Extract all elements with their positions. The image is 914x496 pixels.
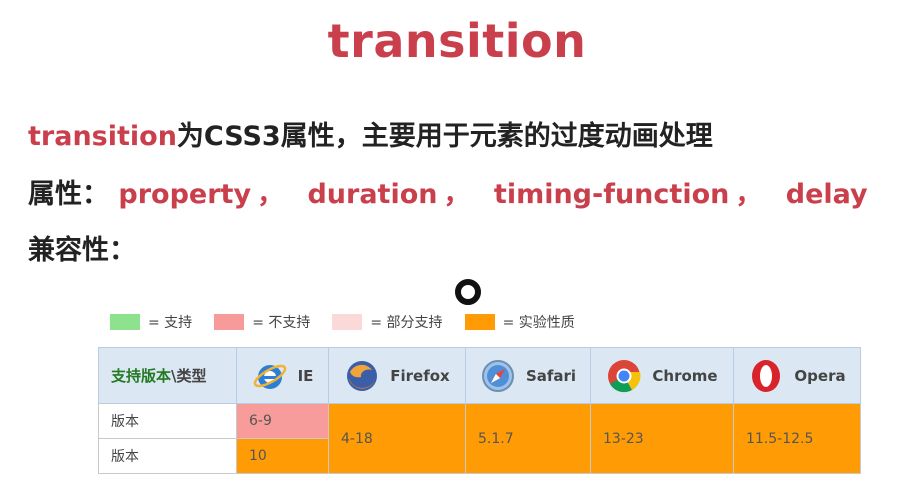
header-ie: IE bbox=[236, 347, 329, 404]
table-header-row: 支持版本\类型 IE Firefox Safari Chrome Opera bbox=[98, 347, 861, 404]
browser-name: Opera bbox=[794, 366, 846, 385]
header-opera: Opera bbox=[733, 347, 861, 404]
safari-icon bbox=[481, 359, 514, 392]
description-text: 为CSS3属性，主要用于元素的过度动画处理 bbox=[176, 121, 713, 152]
ie-version-cell: 6-9 bbox=[236, 403, 329, 439]
ie-version-cell: 10 bbox=[236, 438, 329, 474]
description-line: transition为CSS3属性，主要用于元素的过度动画处理 bbox=[28, 114, 713, 153]
separator: ， bbox=[443, 179, 471, 210]
swatch-unsupported bbox=[214, 314, 245, 330]
browser-name: Safari bbox=[525, 366, 577, 385]
legend: = 支持 = 不支持 = 部分支持 = 实验性质 bbox=[110, 312, 597, 332]
firefox-version-cell: 4-18 bbox=[328, 403, 466, 474]
legend-unsupported: = 不支持 bbox=[214, 312, 310, 332]
compatibility-table: 支持版本\类型 IE Firefox Safari Chrome Opera 版… bbox=[98, 347, 861, 474]
header-chrome: Chrome bbox=[590, 347, 734, 404]
header-safari: Safari bbox=[465, 347, 591, 404]
transition-keyword: transition bbox=[28, 121, 177, 152]
legend-label: = 部分支持 bbox=[370, 315, 443, 331]
row-label: 版本 bbox=[98, 403, 237, 439]
properties-line: 属性： property， duration， timing-function，… bbox=[28, 172, 868, 211]
browser-name: Firefox bbox=[390, 366, 450, 385]
opera-version-cell: 11.5-12.5 bbox=[733, 403, 861, 474]
table-row: 版本 6-9 4-18 5.1.7 13-23 11.5-12.5 bbox=[98, 403, 861, 474]
property-item: property bbox=[118, 179, 252, 210]
opera-icon bbox=[752, 359, 781, 392]
row-label: 版本 bbox=[98, 438, 237, 474]
swatch-experimental bbox=[464, 314, 495, 330]
browser-name: IE bbox=[297, 366, 314, 385]
legend-experimental: = 实验性质 bbox=[464, 312, 575, 332]
compatibility-label: 兼容性： bbox=[28, 235, 136, 266]
header-firefox: Firefox bbox=[328, 347, 466, 404]
corner-header: 支持版本\类型 bbox=[98, 347, 237, 404]
cursor-ring-icon bbox=[455, 279, 481, 305]
properties-label: 属性： bbox=[28, 179, 109, 210]
safari-version-cell: 5.1.7 bbox=[465, 403, 591, 474]
legend-supported: = 支持 bbox=[110, 312, 192, 332]
legend-label: = 实验性质 bbox=[502, 315, 575, 331]
chrome-version-cell: 13-23 bbox=[590, 403, 734, 474]
swatch-partial bbox=[332, 314, 363, 330]
slide-title: transition bbox=[327, 14, 587, 68]
browser-name: Chrome bbox=[652, 366, 718, 385]
ie-icon bbox=[253, 364, 286, 389]
legend-label: = 不支持 bbox=[252, 315, 311, 331]
legend-partial: = 部分支持 bbox=[332, 312, 443, 332]
chrome-icon bbox=[608, 359, 641, 392]
corner-b: 类型 bbox=[176, 367, 207, 385]
firefox-icon bbox=[347, 360, 378, 391]
separator: ， bbox=[257, 179, 285, 210]
property-item: delay bbox=[785, 179, 868, 210]
legend-label: = 支持 bbox=[148, 315, 193, 331]
swatch-supported bbox=[110, 314, 140, 330]
property-item: duration bbox=[307, 179, 438, 210]
separator: ， bbox=[735, 179, 763, 210]
corner-a: 支持版本 bbox=[111, 367, 172, 385]
property-item: timing-function bbox=[493, 179, 730, 210]
